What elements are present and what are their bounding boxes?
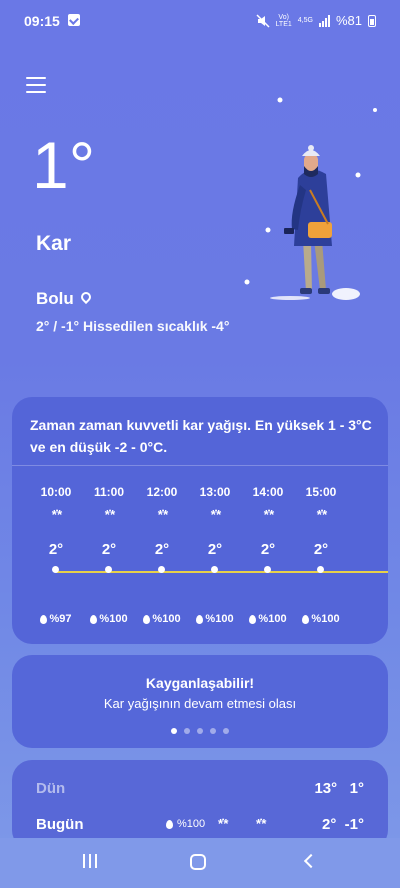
current-condition: Kar xyxy=(36,232,72,255)
alert-title: Kayganlaşabilir! xyxy=(145,675,255,691)
page-dot[interactable] xyxy=(184,728,190,734)
day-precip: %100 xyxy=(166,818,205,830)
hour-precip: %100 xyxy=(189,613,241,625)
page-dot[interactable] xyxy=(223,728,229,734)
hourly-forecast-card[interactable]: Zaman zaman kuvvetli kar yağışı. En yüks… xyxy=(12,397,388,644)
alert-subtitle: Kar yağışının devam etmesi olası xyxy=(103,696,297,711)
hour-precip: %100 xyxy=(295,613,347,625)
temp-details: 2° / -1° Hissedilen sıcaklık -4° xyxy=(36,318,230,334)
status-icons: Vo) LTE1 4,5G %81 xyxy=(256,13,376,28)
day-temps: 2° -1° xyxy=(321,816,364,833)
weather-alert-card[interactable]: Kayganlaşabilir! Kar yağışının devam etm… xyxy=(12,655,388,748)
hour-temp: 2° xyxy=(48,541,64,558)
snow-icon: *˙* xyxy=(218,816,229,831)
drop-icon xyxy=(40,614,48,624)
battery-icon xyxy=(368,14,376,27)
day-label: Bugün xyxy=(36,816,84,833)
checkbox-notification-icon xyxy=(68,14,80,26)
page-indicator[interactable] xyxy=(12,728,388,734)
drop-icon xyxy=(196,614,204,624)
temp-point xyxy=(211,566,218,573)
temp-point xyxy=(52,566,59,573)
drop-icon xyxy=(302,614,310,624)
current-temperature: 1° xyxy=(32,128,96,202)
day-label: Dün xyxy=(36,780,66,797)
lte-label: LTE1 xyxy=(275,20,292,28)
status-time: 09:15 xyxy=(24,13,60,29)
hour-temp: 2° xyxy=(313,541,329,558)
daily-row-today[interactable]: Bugün %100 *˙* *˙* 2° -1° xyxy=(36,816,364,840)
recent-apps-button[interactable] xyxy=(78,854,102,874)
hour-precip: %100 xyxy=(83,613,135,625)
battery-percent: %81 xyxy=(335,13,362,28)
net-type: 4,5G xyxy=(297,17,313,24)
home-button[interactable] xyxy=(190,854,206,870)
day-temps: 13° 1° xyxy=(314,780,364,797)
hour-precip: %97 xyxy=(30,613,82,625)
system-nav-bar xyxy=(0,838,400,888)
temp-point xyxy=(158,566,165,573)
divider xyxy=(12,465,388,466)
drop-icon xyxy=(90,614,98,624)
person-illustration xyxy=(244,97,377,300)
hour-temp: 2° xyxy=(154,541,170,558)
menu-button[interactable] xyxy=(26,77,46,95)
drop-icon xyxy=(166,819,173,829)
hour-temp: 2° xyxy=(101,541,117,558)
hour-time: 15:00 xyxy=(305,485,337,499)
status-bar: 09:15 Vo) LTE1 4,5G %81 xyxy=(0,0,400,40)
daily-row-yesterday[interactable]: Dün 13° 1° xyxy=(36,780,364,804)
temp-point xyxy=(317,566,324,573)
page-dot[interactable] xyxy=(210,728,216,734)
snow-icon: *˙* xyxy=(104,507,115,522)
page-dot[interactable] xyxy=(197,728,203,734)
hour-time: 11:00 xyxy=(93,485,125,499)
hour-time: 12:00 xyxy=(146,485,178,499)
drop-icon xyxy=(143,614,151,624)
snow-icon: *˙* xyxy=(263,507,274,522)
daily-forecast-card[interactable]: Dün 13° 1° Bugün %100 *˙* *˙* 2° -1° xyxy=(12,760,388,850)
hour-time: 10:00 xyxy=(40,485,72,499)
hour-precip: %100 xyxy=(242,613,294,625)
snow-person-illustration xyxy=(240,90,390,305)
hour-time: 14:00 xyxy=(252,485,284,499)
location-pin-icon xyxy=(80,292,92,306)
location[interactable]: Bolu xyxy=(36,289,92,309)
hour-time: 13:00 xyxy=(199,485,231,499)
volte-label: Vo) xyxy=(278,13,289,21)
temp-point xyxy=(264,566,271,573)
hour-temp: 2° xyxy=(207,541,223,558)
signal-icon xyxy=(318,14,330,27)
forecast-summary: Zaman zaman kuvvetli kar yağışı. En yüks… xyxy=(30,417,372,455)
city-name: Bolu xyxy=(36,289,74,308)
network-label: Vo) LTE1 xyxy=(276,14,292,28)
hour-temp: 2° xyxy=(260,541,276,558)
back-button[interactable] xyxy=(303,853,319,869)
snow-icon: *˙* xyxy=(316,507,327,522)
menu-icon xyxy=(26,77,46,79)
snow-icon: *˙* xyxy=(256,816,267,831)
page-dot-active[interactable] xyxy=(171,728,177,734)
mute-icon xyxy=(256,13,270,28)
temp-point xyxy=(105,566,112,573)
hour-precip: %100 xyxy=(136,613,188,625)
snow-icon: *˙* xyxy=(157,507,168,522)
drop-icon xyxy=(249,614,257,624)
snow-icon: *˙* xyxy=(51,507,62,522)
snow-icon: *˙* xyxy=(210,507,221,522)
